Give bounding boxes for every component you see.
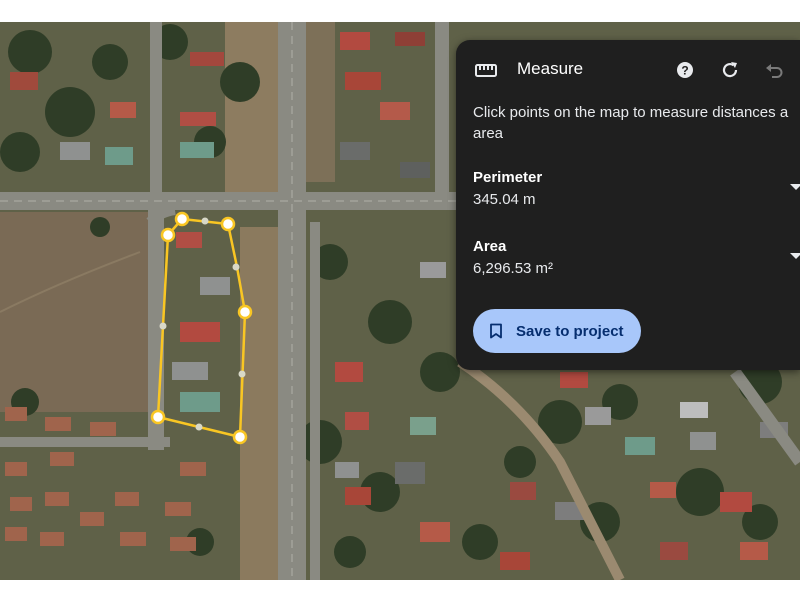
instructions-text: Click points on the map to measure dista… xyxy=(473,102,800,144)
area-value: 6,296.53 m² xyxy=(473,260,554,277)
save-button-label: Save to project xyxy=(516,322,624,340)
area-dropdown-icon[interactable] xyxy=(790,252,800,260)
help-icon[interactable]: ? xyxy=(674,59,696,81)
instructions-line-2: area xyxy=(473,125,504,142)
measure-midpoint xyxy=(201,217,209,225)
perimeter-dropdown-icon[interactable] xyxy=(790,183,800,191)
svg-text:?: ? xyxy=(681,64,688,78)
measurement-midpoints xyxy=(159,217,246,431)
measure-midpoint xyxy=(195,423,203,431)
measure-midpoint xyxy=(232,263,240,271)
measure-panel: Measure ? Click points on the map to mea… xyxy=(456,40,800,370)
reset-icon[interactable] xyxy=(719,59,741,81)
instructions-line-1: Click points on the map to measure dista… xyxy=(473,104,789,121)
panel-title: Measure xyxy=(517,59,584,78)
measure-vertex xyxy=(220,216,236,232)
measure-vertex xyxy=(237,304,253,320)
measure-vertex xyxy=(160,227,176,243)
undo-icon[interactable] xyxy=(763,59,785,81)
measure-midpoint xyxy=(159,322,167,330)
panel-header: Measure ? xyxy=(456,40,800,100)
measure-vertex xyxy=(232,429,248,445)
save-to-project-button[interactable]: Save to project xyxy=(473,309,641,353)
measure-vertex xyxy=(150,409,166,425)
bookmark-icon xyxy=(490,323,502,339)
perimeter-label: Perimeter xyxy=(473,169,543,186)
ruler-icon xyxy=(474,60,498,80)
area-label: Area xyxy=(473,238,507,255)
measure-midpoint xyxy=(238,370,246,378)
measurement-points xyxy=(150,211,253,445)
perimeter-value: 345.04 m xyxy=(473,191,536,208)
measure-vertex xyxy=(174,211,190,227)
